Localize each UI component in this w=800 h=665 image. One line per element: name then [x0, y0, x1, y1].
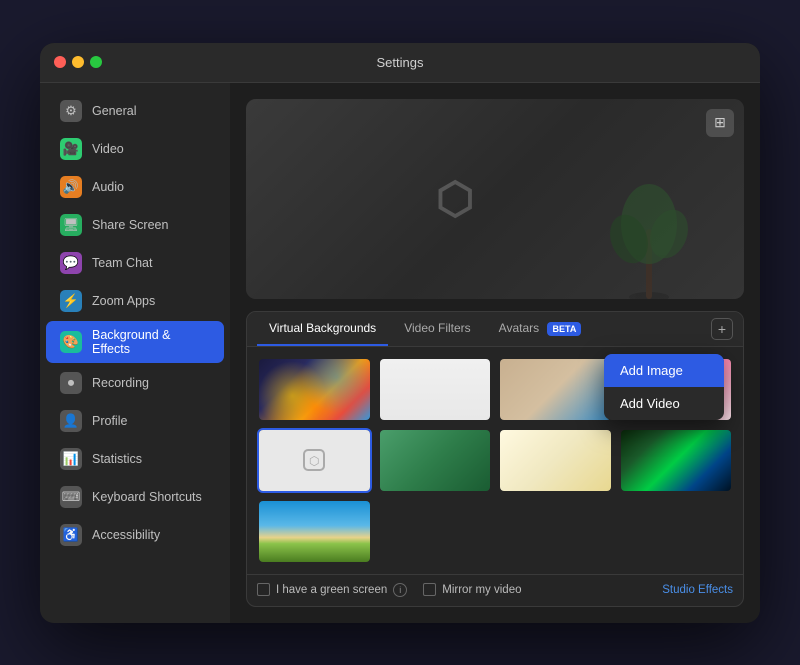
add-dropdown: Add Image Add Video [604, 354, 724, 420]
sidebar-item-audio[interactable]: 🔊 Audio [46, 169, 224, 205]
add-video-option[interactable]: Add Video [604, 387, 724, 420]
maximize-button[interactable] [90, 56, 102, 68]
sidebar-label-share: Share Screen [92, 218, 168, 232]
sidebar-item-accessibility[interactable]: ♿ Accessibility [46, 517, 224, 553]
main-content: ⚙ General 🎥 Video 🔊 Audio 🖥 Share Screen… [40, 83, 760, 623]
window-title: Settings [377, 55, 424, 70]
bg-thumb-aurora[interactable] [619, 428, 734, 493]
bg-thumb-beach[interactable] [257, 499, 372, 564]
sidebar-label-profile: Profile [92, 414, 127, 428]
bg-white2-preview: ⬡ [259, 430, 370, 491]
mirror-checkbox[interactable]: Mirror my video [423, 583, 521, 596]
sidebar-label-audio: Audio [92, 180, 124, 194]
sidebar-label-video: Video [92, 142, 124, 156]
sidebar-label-chat: Team Chat [92, 256, 152, 270]
zoom-logo: ⬡ [436, 173, 474, 224]
green-screen-checkbox-box[interactable] [257, 583, 270, 596]
sidebar-item-statistics[interactable]: 📊 Statistics [46, 441, 224, 477]
svg-text:⬡: ⬡ [309, 454, 319, 468]
add-image-option[interactable]: Add Image [604, 354, 724, 387]
video-icon: 🎥 [60, 138, 82, 160]
bg-thumb-desk[interactable] [378, 428, 493, 493]
bg-thumb-lets[interactable] [498, 428, 613, 493]
share-screen-icon: 🖥 [60, 214, 82, 236]
preview-fullscreen-button[interactable]: ⊞ [706, 109, 734, 137]
keyboard-icon: ⌨ [60, 486, 82, 508]
bg-thumb-white2[interactable]: ⬡ [257, 428, 372, 493]
sidebar-label-zoom: Zoom Apps [92, 294, 155, 308]
audio-icon: 🔊 [60, 176, 82, 198]
sidebar-item-recording[interactable]: ⏺ Recording [46, 365, 224, 401]
tab-avatars[interactable]: Avatars BETA [487, 312, 594, 346]
accessibility-icon: ♿ [60, 524, 82, 546]
sidebar-label-stats: Statistics [92, 452, 142, 466]
tab-avatars-label: Avatars [499, 321, 539, 335]
backgrounds-panel: Virtual Backgrounds Video Filters Avatar… [246, 311, 744, 607]
studio-effects-link[interactable]: Studio Effects [662, 584, 733, 596]
bg-beach-preview [259, 501, 370, 562]
sidebar-item-share-screen[interactable]: 🖥 Share Screen [46, 207, 224, 243]
sidebar-item-general[interactable]: ⚙ General [46, 93, 224, 129]
add-icon: + [718, 321, 726, 337]
content-area: ⬡ ⊞ Virtual Backgrounds Video Filters Av… [230, 83, 760, 623]
add-background-button[interactable]: + Add Image Add Video [711, 318, 733, 340]
sidebar-item-team-chat[interactable]: 💬 Team Chat [46, 245, 224, 281]
beta-badge: BETA [547, 322, 581, 336]
sidebar-item-profile[interactable]: 👤 Profile [46, 403, 224, 439]
green-screen-label: I have a green screen [276, 584, 387, 596]
bg-room-preview [500, 359, 611, 420]
bg-colorful-preview [259, 359, 370, 420]
tab-video-filters[interactable]: Video Filters [392, 312, 482, 346]
zoom-apps-icon: ⚡ [60, 290, 82, 312]
statistics-icon: 📊 [60, 448, 82, 470]
sidebar-label-access: Accessibility [92, 528, 160, 542]
sidebar-label-recording: Recording [92, 376, 149, 390]
sidebar-item-background[interactable]: 🎨 Background & Effects [46, 321, 224, 363]
close-button[interactable] [54, 56, 66, 68]
sidebar-label-keyboard: Keyboard Shortcuts [92, 490, 202, 504]
green-screen-checkbox[interactable]: I have a green screen i [257, 583, 407, 597]
recording-icon: ⏺ [60, 372, 82, 394]
title-bar: Settings [40, 43, 760, 83]
team-chat-icon: 💬 [60, 252, 82, 274]
sidebar-label-bg: Background & Effects [92, 328, 210, 356]
sidebar: ⚙ General 🎥 Video 🔊 Audio 🖥 Share Screen… [40, 83, 230, 623]
sidebar-item-keyboard[interactable]: ⌨ Keyboard Shortcuts [46, 479, 224, 515]
bg-lets-preview [500, 430, 611, 491]
tabs-header: Virtual Backgrounds Video Filters Avatar… [247, 312, 743, 347]
plant-decoration [604, 169, 694, 299]
bg-white-preview [380, 359, 491, 420]
general-icon: ⚙ [60, 100, 82, 122]
traffic-lights [54, 56, 102, 68]
bg-thumb-room[interactable] [498, 357, 613, 422]
bg-aurora-preview [621, 430, 732, 491]
bg-desk-preview [380, 430, 491, 491]
panel-footer: I have a green screen i Mirror my video … [247, 574, 743, 605]
profile-icon: 👤 [60, 410, 82, 432]
sidebar-item-zoom-apps[interactable]: ⚡ Zoom Apps [46, 283, 224, 319]
minimize-button[interactable] [72, 56, 84, 68]
sidebar-label-general: General [92, 104, 136, 118]
tab-virtual-backgrounds[interactable]: Virtual Backgrounds [257, 312, 388, 346]
mirror-checkbox-box[interactable] [423, 583, 436, 596]
sidebar-item-video[interactable]: 🎥 Video [46, 131, 224, 167]
app-window: Settings ⚙ General 🎥 Video 🔊 Audio 🖥 Sha… [40, 43, 760, 623]
mirror-label: Mirror my video [442, 584, 521, 596]
bg-thumb-white[interactable] [378, 357, 493, 422]
bg-thumb-colorful[interactable] [257, 357, 372, 422]
info-icon[interactable]: i [393, 583, 407, 597]
background-icon: 🎨 [60, 331, 82, 353]
bg-logo-icon: ⬡ [299, 445, 329, 475]
preview-area: ⬡ ⊞ [246, 99, 744, 299]
